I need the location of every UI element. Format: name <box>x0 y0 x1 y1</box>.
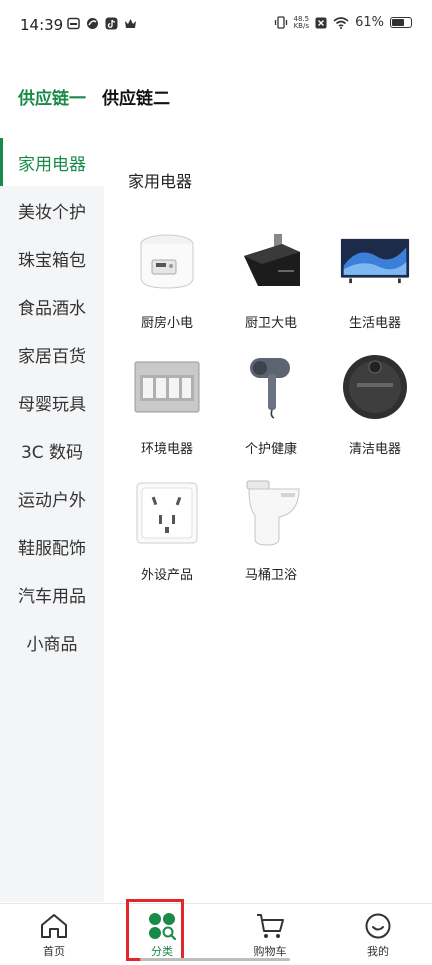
sidebar-item-home-goods[interactable]: 家居百货 <box>0 330 104 378</box>
supply-chain-tabs: 供应链一 供应链二 <box>18 84 170 109</box>
subcategory-peripherals[interactable]: 外设产品 <box>117 478 217 584</box>
sidebar-item-jewelry-bags[interactable]: 珠宝箱包 <box>0 234 104 282</box>
status-bar: 14:39 48.5 KB/s 61% <box>0 0 432 50</box>
sidebar-item-auto[interactable]: 汽车用品 <box>0 570 104 618</box>
net-speed-unit: KB/s <box>293 21 309 30</box>
battery-percent: 61% <box>355 15 384 30</box>
sidebar-item-3c-digital[interactable]: 3C 数码 <box>0 426 104 474</box>
subcategory-label: 厨卫大电 <box>244 316 297 331</box>
subcategory-kitchen-small[interactable]: 厨房小电 <box>117 226 217 332</box>
subcategory-label: 马桶卫浴 <box>244 568 297 583</box>
notification-icons <box>67 17 137 30</box>
nav-category[interactable]: 分类 <box>108 904 216 965</box>
range-hood-icon <box>236 226 306 296</box>
sidebar-item-home-appliances[interactable]: 家用电器 <box>0 138 104 186</box>
sidebar-item-shoes-apparel[interactable]: 鞋服配饰 <box>0 522 104 570</box>
nav-profile-label: 我的 <box>367 945 389 958</box>
vibrate-icon <box>274 16 287 29</box>
sim-x-icon <box>315 17 327 28</box>
app-swirl-icon <box>87 18 98 29</box>
cart-icon <box>257 914 284 938</box>
status-right: 48.5 KB/s 61% <box>274 15 412 30</box>
nav-category-label: 分类 <box>151 945 173 958</box>
subcategory-label: 生活电器 <box>348 316 401 331</box>
sidebar-item-sports-outdoor[interactable]: 运动户外 <box>0 474 104 522</box>
toilet-icon <box>236 478 306 548</box>
home-indicator <box>140 958 290 961</box>
profile-icon <box>365 913 391 939</box>
battery-icon <box>390 17 412 28</box>
nav-cart-label: 购物车 <box>253 945 287 958</box>
subcategory-grid: 厨房小电 厨卫大电 生活电器 环境电器 个护健康 清洁电器 外设产品 马桶卫浴 <box>104 226 432 584</box>
sidebar-item-food-drinks[interactable]: 食品酒水 <box>0 282 104 330</box>
subcategory-cleaning[interactable]: 清洁电器 <box>325 352 425 458</box>
tab-supply-chain-2[interactable]: 供应链二 <box>102 84 170 109</box>
subcategory-environment[interactable]: 环境电器 <box>117 352 217 458</box>
hair-dryer-icon <box>236 352 306 422</box>
home-icon <box>41 914 67 938</box>
tab-supply-chain-1[interactable]: 供应链一 <box>18 84 86 109</box>
nav-cart[interactable]: 购物车 <box>216 904 324 965</box>
sidebar-item-baby-toys[interactable]: 母婴玩具 <box>0 378 104 426</box>
nav-home-label: 首页 <box>43 945 65 958</box>
status-time: 14:39 <box>20 16 64 34</box>
net-speed: 48.5 KB/s <box>293 15 310 30</box>
subcategory-label: 清洁电器 <box>348 442 401 457</box>
switch-panel-icon <box>132 352 202 422</box>
category-icon <box>149 913 176 940</box>
section-title: 家用电器 <box>128 172 193 191</box>
sidebar-item-beauty[interactable]: 美妆个护 <box>0 186 104 234</box>
subcategory-label: 个护健康 <box>244 442 297 457</box>
robot-vacuum-icon <box>340 352 410 422</box>
calendar-icon <box>67 17 80 30</box>
category-sidebar: 家用电器 美妆个护 珠宝箱包 食品酒水 家居百货 母婴玩具 3C 数码 运动户外… <box>0 138 104 902</box>
tiktok-icon <box>105 17 118 30</box>
crown-icon <box>125 19 136 28</box>
nav-home[interactable]: 首页 <box>0 904 108 965</box>
subcategory-label: 环境电器 <box>140 442 193 457</box>
sidebar-item-small-goods[interactable]: 小商品 <box>0 618 104 666</box>
wifi-icon <box>333 16 349 29</box>
nav-profile[interactable]: 我的 <box>324 904 432 965</box>
bottom-nav: 首页 分类 购物车 我的 <box>0 903 432 965</box>
subcategory-label: 外设产品 <box>140 568 193 583</box>
subcategory-living-appliances[interactable]: 生活电器 <box>325 226 425 332</box>
category-content: 家用电器 厨房小电 厨卫大电 生活电器 环境电器 个护健康 清洁电器 外设产品 … <box>104 138 432 902</box>
subcategory-personal-care[interactable]: 个护健康 <box>221 352 321 458</box>
subcategory-bathroom[interactable]: 马桶卫浴 <box>221 478 321 584</box>
subcategory-label: 厨房小电 <box>140 316 193 331</box>
subcategory-kitchen-large[interactable]: 厨卫大电 <box>221 226 321 332</box>
tv-icon <box>340 226 410 296</box>
rice-cooker-icon <box>132 226 202 296</box>
wall-socket-icon <box>132 478 202 548</box>
